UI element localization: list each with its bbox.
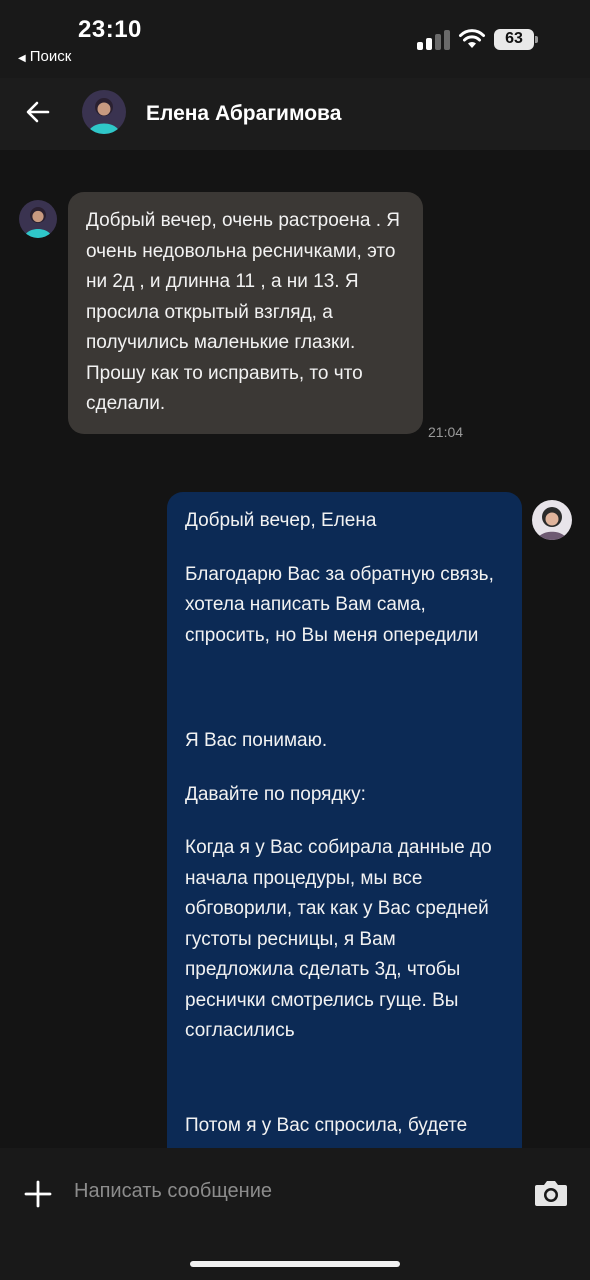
- battery-indicator: 63: [494, 29, 538, 50]
- outgoing-message-paragraph: Давайте по порядку:: [185, 783, 366, 805]
- incoming-sender-avatar[interactable]: [19, 200, 57, 238]
- wifi-icon: [459, 29, 485, 48]
- camera-icon[interactable]: [533, 1178, 569, 1208]
- status-time: 23:10: [78, 16, 142, 43]
- message-input[interactable]: Написать сообщение: [74, 1180, 272, 1203]
- chat-thread[interactable]: Добрый вечер, очень растроена . Я очень …: [0, 150, 590, 1148]
- cellular-signal-icon: [417, 30, 451, 50]
- incoming-message-time: 21:04: [428, 424, 464, 440]
- arrow-left-icon[interactable]: [22, 96, 54, 128]
- incoming-message-bubble[interactable]: Добрый вечер, очень растроена . Я очень …: [68, 192, 423, 434]
- outgoing-message-bubble[interactable]: Добрый вечер, Елена Благодарю Вас за обр…: [167, 492, 522, 1148]
- incoming-message-text: Добрый вечер, очень растроена . Я очень …: [86, 210, 400, 414]
- back-to-search-label: Поиск: [29, 48, 72, 65]
- battery-percent: 63: [505, 30, 523, 47]
- outgoing-message-paragraph: Когда я у Вас собирала данные до начала …: [185, 837, 492, 1041]
- home-indicator[interactable]: [190, 1261, 400, 1267]
- outgoing-message-paragraph: Я Вас понимаю.: [185, 730, 328, 751]
- outgoing-message-paragraph: Потом я у Вас спросила, будете: [185, 1114, 468, 1136]
- contact-name[interactable]: Елена Абрагимова: [146, 102, 341, 126]
- back-triangle-icon: ◀: [18, 53, 26, 64]
- back-to-search-link[interactable]: ◀ Поиск: [18, 48, 71, 65]
- chat-header: Елена Абрагимова: [0, 78, 590, 150]
- status-bar: 23:10 ◀ Поиск 63: [0, 0, 590, 78]
- plus-icon[interactable]: [24, 1180, 52, 1208]
- outgoing-message-paragraph: Благодарю Вас за обратную связь, хотела …: [185, 563, 494, 646]
- message-composer: Написать сообщение: [0, 1148, 590, 1280]
- outgoing-sender-avatar[interactable]: [532, 500, 572, 540]
- contact-avatar[interactable]: [82, 90, 126, 134]
- outgoing-message-paragraph: Добрый вечер, Елена: [185, 510, 377, 531]
